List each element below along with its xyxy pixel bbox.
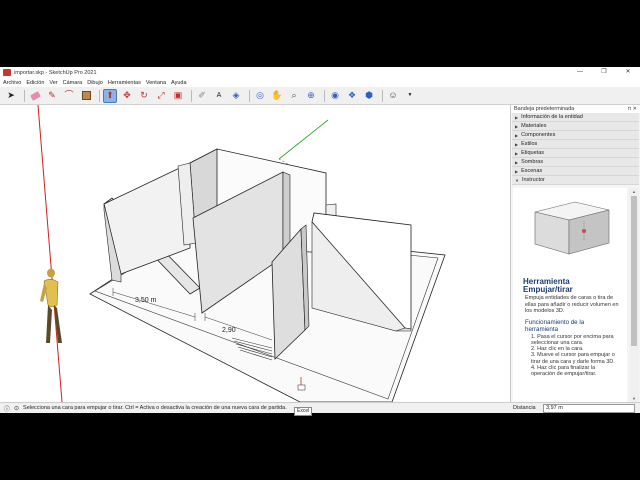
menu-camara[interactable]: Cámara (63, 80, 83, 86)
instructor-scrollbar[interactable]: ▲ ▼ (629, 188, 639, 402)
tray-title: Bandeja predeterminada ⊓ ✕ (511, 105, 640, 113)
menu-herramientas[interactable]: Herramientas (108, 80, 141, 86)
status-bar: ⓘ ⊙ Selecciona una cara para empujar o t… (0, 402, 640, 416)
expand-arrow-icon: ▶ (515, 141, 519, 147)
dimension-label-2: 2,90 (222, 327, 236, 334)
sketchup-logo-icon (3, 69, 11, 76)
instructor-step-4: 4. Haz clic para finalizar la operación … (531, 364, 597, 378)
instructor-step-1: 1. Pasa el cursor por encima para selecc… (531, 333, 614, 346)
pan-icon[interactable]: ✋ (270, 89, 284, 103)
panel-label: Instructor (521, 176, 545, 183)
panel-instructor[interactable]: ▼ Instructor (512, 176, 639, 185)
panel-label: Etiquetas (521, 149, 545, 156)
panel-label: Materiales (521, 122, 547, 129)
offset-icon[interactable]: ▣ (171, 89, 185, 103)
menu-bar: Archivo Edición Ver Cámara Dibujo Herram… (0, 78, 640, 87)
measurements-input[interactable]: 3,97 m (543, 404, 635, 413)
scrollbar-thumb[interactable] (631, 196, 637, 346)
scale-figure (40, 268, 62, 343)
tray-title-text: Bandeja predeterminada (514, 106, 575, 112)
expand-arrow-icon: ▶ (515, 168, 519, 174)
warehouse-icon[interactable]: ◉ (328, 89, 342, 103)
window-title: importar.skp - SketchUp Pro 2021 (14, 69, 97, 76)
collapse-arrow-icon: ▼ (515, 177, 519, 183)
info-icon[interactable]: ⓘ (4, 404, 10, 413)
shape-icon[interactable] (79, 89, 93, 103)
default-tray: Bandeja predeterminada ⊓ ✕ ▶ Información … (510, 105, 640, 413)
panel-label: Escenas (521, 167, 543, 174)
scroll-up-icon[interactable]: ▲ (629, 188, 639, 195)
credits-icon[interactable]: ⊙ (14, 405, 19, 412)
red-axis (37, 105, 63, 402)
menu-ventana[interactable]: Ventana (146, 80, 166, 86)
menu-ayuda[interactable]: Ayuda (171, 80, 187, 86)
extension-icon[interactable]: ❖ (345, 89, 359, 103)
main-toolbar: ➤ ✎ ⌒ ⬆ ✥ ↻ ⤢ ▣ ✐ A ◈ ◎ ✋ ⌕ ⊕ ◉ ❖ ⬢ ☺ ▼ (0, 87, 640, 105)
text-icon[interactable]: A (212, 89, 226, 103)
orbit-icon[interactable]: ◎ (253, 89, 267, 103)
model-canvas[interactable]: 3,50 m 2,90 (0, 105, 510, 402)
panel-label: Sombras (521, 158, 544, 165)
zoom-icon[interactable]: ⌕ (287, 89, 301, 103)
instructor-step-3: 3. Mueve el cursor para empujar o tirar … (531, 352, 615, 365)
menu-ver[interactable]: Ver (49, 80, 57, 86)
chevron-down-icon[interactable]: ▼ (403, 89, 417, 103)
menu-edicion[interactable]: Edición (26, 80, 44, 86)
measurements-label: Distancia (513, 405, 536, 411)
account-icon[interactable]: ☺ (386, 89, 400, 103)
maximize-button[interactable]: ❐ (592, 67, 616, 78)
scroll-down-icon[interactable]: ▼ (629, 395, 639, 402)
minimize-button[interactable]: — (568, 67, 592, 78)
expand-arrow-icon: ▶ (515, 150, 519, 156)
instructor-section-title: Funcionamiento de la herramienta (525, 318, 585, 333)
green-axis (278, 119, 329, 160)
move-icon[interactable]: ✥ (120, 89, 134, 103)
push-pull-icon[interactable]: ⬆ (103, 88, 117, 103)
expand-arrow-icon: ▶ (515, 159, 519, 165)
menu-archivo[interactable]: Archivo (3, 80, 21, 86)
menu-dibujo[interactable]: Dibujo (87, 80, 103, 86)
instructor-description: Empuja entidades de caras o tira de ella… (525, 295, 619, 314)
tray-pin-close[interactable]: ⊓ ✕ (628, 105, 637, 113)
pencil-icon[interactable]: ✎ (45, 89, 59, 103)
expand-arrow-icon: ▶ (515, 114, 519, 120)
dimension-label-1: 3,50 m (135, 297, 157, 304)
select-icon[interactable]: ➤ (4, 89, 18, 103)
tooltip: Excel (294, 407, 313, 416)
close-button[interactable]: ✕ (616, 67, 640, 78)
push-pull-illustration (534, 201, 610, 255)
instructor-content: Herramienta Empujar/tirar Empuja entidad… (513, 188, 627, 402)
sketchup-window: importar.skp - SketchUp Pro 2021 — ❐ ✕ A… (0, 67, 640, 416)
instructor-heading: Herramienta Empujar/tirar (523, 277, 573, 294)
panel-label: Información de la entidad (521, 113, 583, 120)
rotate-icon[interactable]: ↻ (137, 89, 151, 103)
zoom-extents-icon[interactable]: ⊕ (304, 89, 318, 103)
expand-arrow-icon: ▶ (515, 132, 519, 138)
eraser-icon[interactable] (28, 89, 42, 103)
share-icon[interactable]: ⬢ (362, 89, 376, 103)
tape-measure-icon[interactable]: ✐ (195, 89, 209, 103)
expand-arrow-icon: ▶ (515, 123, 519, 129)
panel-label: Componentes (521, 131, 556, 138)
paint-icon[interactable]: ◈ (229, 89, 243, 103)
arc-icon[interactable]: ⌒ (62, 89, 76, 103)
scale-icon[interactable]: ⤢ (154, 89, 168, 103)
status-message: Selecciona una cara para empujar o tirar… (23, 405, 287, 411)
panel-label: Estilos (521, 140, 538, 147)
modeling-viewport[interactable]: 3,50 m 2,90 (0, 105, 510, 402)
title-bar: importar.skp - SketchUp Pro 2021 — ❐ ✕ (0, 67, 640, 78)
